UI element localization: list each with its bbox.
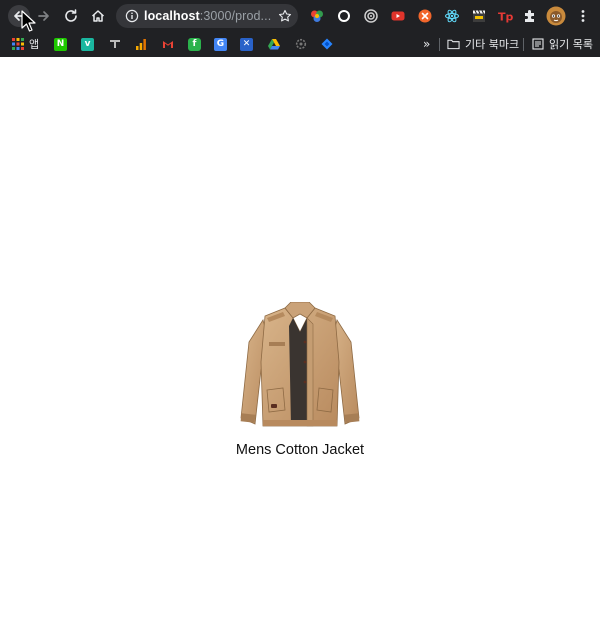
extension-clapper-icon[interactable]: [470, 7, 488, 25]
bookmark-vimeo[interactable]: v: [81, 36, 94, 52]
product-card[interactable]: Mens Cotton Jacket: [200, 302, 400, 458]
feedly-icon: f: [188, 37, 201, 51]
overflow-chevrons: »: [423, 37, 431, 51]
vimeo-icon: v: [81, 37, 94, 51]
apps-label: 앱: [29, 38, 40, 51]
reload-button[interactable]: [61, 6, 81, 26]
bookmarks-bar: 앱 N v f G ✕ » 기타 북마크 읽기 목록: [0, 32, 600, 57]
extension-circle-icon[interactable]: [335, 7, 353, 25]
analytics-icon: [134, 38, 147, 51]
bookmark-translate[interactable]: G: [214, 36, 227, 52]
bookmark-dots[interactable]: [108, 36, 121, 52]
product-title[interactable]: Mens Cotton Jacket: [236, 442, 364, 458]
arrow-right-icon: [38, 11, 49, 21]
url-host: localhost: [144, 9, 200, 23]
extension-react-icon[interactable]: [443, 7, 461, 25]
bookmark-gmail[interactable]: [161, 36, 174, 52]
extension-target-icon[interactable]: [362, 7, 380, 25]
reading-list-icon: [531, 38, 544, 51]
reload-icon: [65, 9, 77, 22]
browser-toolbar: localhost:3000/prod... Tp: [0, 0, 600, 32]
translate-icon: G: [214, 37, 227, 51]
address-bar[interactable]: localhost:3000/prod...: [116, 4, 298, 28]
bookmark-feedly[interactable]: f: [188, 36, 201, 52]
bookmark-analytics[interactable]: [134, 36, 147, 52]
bookmark-settings[interactable]: [294, 36, 307, 52]
bookmark-jira[interactable]: [320, 36, 333, 52]
bookmark-drive[interactable]: [267, 36, 280, 52]
reading-list-button[interactable]: 읽기 목록: [531, 36, 593, 52]
bookmark-naver[interactable]: N: [54, 36, 67, 52]
drive-icon: [267, 38, 280, 51]
svg-text:Tp: Tp: [498, 11, 513, 24]
naver-icon: N: [54, 37, 67, 51]
home-icon: [91, 10, 105, 22]
home-button[interactable]: [88, 6, 108, 26]
apps-grid-icon: [11, 38, 24, 51]
bookmarks-overflow-button[interactable]: »: [423, 36, 430, 52]
gmail-icon: [161, 38, 174, 51]
extension-cancel-icon[interactable]: [416, 7, 434, 25]
folder-icon: [447, 38, 460, 51]
url-text: localhost:3000/prod...: [144, 9, 271, 23]
extension-tp-icon[interactable]: Tp: [496, 7, 514, 25]
bookmark-separator: [439, 38, 440, 51]
url-path: :3000/prod...: [199, 9, 272, 23]
dots-icon: [108, 38, 121, 51]
gear-icon: [294, 38, 307, 51]
mouse-cursor-icon: [21, 10, 36, 32]
confluence-icon: ✕: [240, 37, 253, 51]
profile-avatar[interactable]: [546, 6, 566, 26]
menu-icon[interactable]: [574, 7, 592, 25]
puzzle-icon[interactable]: [521, 7, 539, 25]
product-image[interactable]: [235, 302, 365, 432]
bookmark-other-folder[interactable]: 기타 북마크: [447, 36, 519, 52]
bookmark-separator: [523, 38, 524, 51]
extension-video-icon[interactable]: [389, 7, 407, 25]
reading-list-label: 읽기 목록: [549, 38, 593, 51]
bookmark-confluence[interactable]: ✕: [240, 36, 253, 52]
star-icon[interactable]: [278, 9, 292, 23]
browser-chrome: localhost:3000/prod... Tp 앱 N v f G ✕ » …: [0, 0, 600, 57]
other-bookmarks-label: 기타 북마크: [465, 38, 520, 51]
extension-colorpicker-icon[interactable]: [308, 7, 326, 25]
info-icon[interactable]: [125, 9, 139, 23]
bookmark-apps[interactable]: 앱: [11, 36, 39, 52]
page-content: Mens Cotton Jacket: [0, 57, 600, 630]
jira-icon: [320, 38, 333, 51]
